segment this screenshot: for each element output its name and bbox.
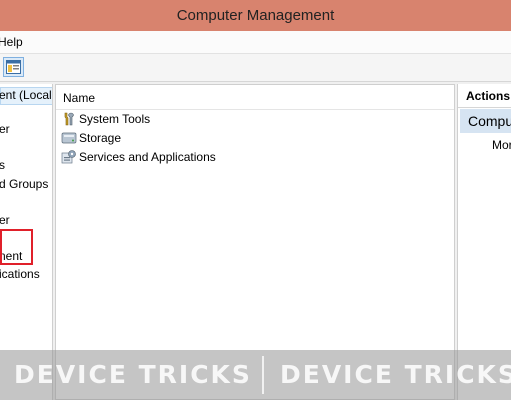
tree-item-disk-management[interactable]: nent (0, 249, 22, 263)
tree-item-local-users-and-groups[interactable]: d Groups (0, 177, 48, 191)
actions-section-computer-management[interactable]: Compu (460, 109, 511, 133)
watermark-band: DEVICE TRICKS DEVICE TRICKS (0, 350, 511, 400)
watermark-text-right: DEVICE TRICKS (280, 360, 511, 389)
menu-bar: Help (0, 31, 511, 54)
actions-header: Actions (458, 84, 511, 108)
menu-help[interactable]: Help (0, 35, 23, 49)
actions-title: Actions (466, 89, 511, 103)
watermark-divider (262, 356, 264, 394)
name-column-label: Name (63, 91, 96, 105)
tree-item-shared-folders[interactable]: s (0, 158, 5, 172)
tree-item-computer-management-local[interactable]: ent (Local (0, 88, 52, 102)
actions-section-label: Compu (468, 113, 511, 129)
tools-icon (64, 112, 74, 126)
window-title: Computer Management (176, 7, 335, 24)
tree-item-task-scheduler[interactable]: er (0, 122, 10, 136)
watermark-text-left: DEVICE TRICKS (14, 360, 252, 389)
console-tree-icon (6, 60, 21, 74)
more-actions-link[interactable]: Mor (492, 138, 511, 152)
title-bar: Computer Management (0, 0, 511, 31)
list-item-label: Services and Applications (79, 150, 216, 164)
list-item-label: Storage (79, 131, 122, 145)
tree-item-services-and-applications[interactable]: ications (0, 267, 40, 281)
tree-item-device-manager[interactable]: er (0, 213, 10, 227)
services-icon (61, 150, 76, 164)
list-item-label: System Tools (79, 112, 151, 126)
show-hide-console-tree-button[interactable] (3, 57, 24, 77)
toolbar (0, 54, 511, 82)
name-column-header[interactable]: Name (56, 85, 454, 110)
storage-icon (61, 132, 77, 144)
